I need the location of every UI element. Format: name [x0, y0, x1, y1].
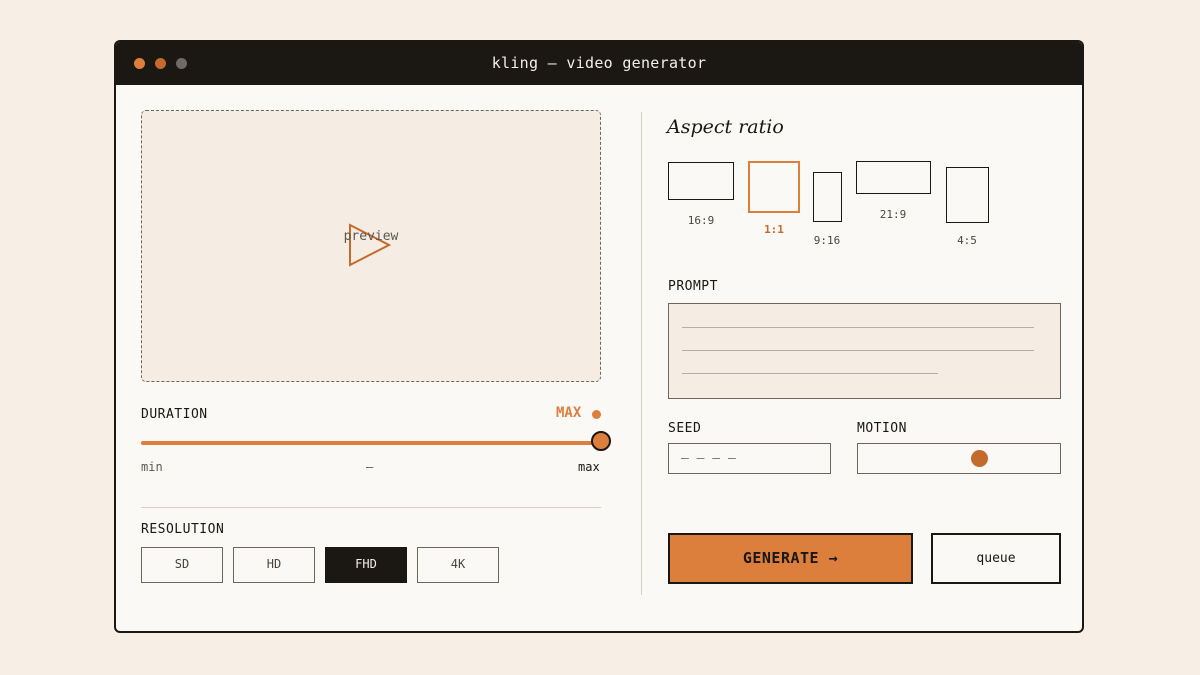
aspect-label-1-1: 1:1 — [764, 223, 784, 236]
duration-mid-label: — — [366, 460, 374, 474]
resolution-label: RESOLUTION — [141, 522, 225, 537]
panel-divider — [641, 112, 642, 595]
app-window: kling — video generator preview DURATION… — [114, 40, 1084, 633]
duration-min-label: min — [141, 460, 163, 474]
aspect-option-4-5[interactable] — [946, 167, 989, 223]
duration-label: DURATION — [141, 407, 208, 422]
video-preview[interactable]: preview — [141, 110, 601, 382]
resolution-option-fhd[interactable]: FHD — [325, 547, 407, 583]
prompt-label: PROMPT — [668, 279, 718, 294]
preview-label: preview — [343, 229, 399, 244]
window-title: kling — video generator — [491, 54, 707, 72]
aspect-ratio-title: Aspect ratio — [667, 116, 784, 138]
duration-slider[interactable] — [141, 431, 611, 451]
queue-button[interactable]: queue — [931, 533, 1061, 584]
motion-slider[interactable] — [857, 443, 1061, 474]
aspect-option-21-9[interactable] — [856, 161, 931, 194]
duration-slider-thumb[interactable] — [591, 431, 611, 451]
prompt-placeholder-line — [682, 327, 1034, 328]
duration-max-label: max — [578, 460, 600, 474]
resolution-option-4k[interactable]: 4K — [417, 547, 499, 583]
aspect-option-1-1[interactable] — [748, 161, 800, 213]
duration-value: MAX — [556, 405, 582, 421]
aspect-option-9-16[interactable] — [813, 172, 842, 222]
duration-slider-fill — [141, 441, 601, 445]
seed-input[interactable] — [668, 443, 831, 474]
resolution-option-hd[interactable]: HD — [233, 547, 315, 583]
aspect-label-4-5: 4:5 — [957, 234, 977, 247]
resolution-option-sd[interactable]: SD — [141, 547, 223, 583]
aspect-option-16-9[interactable] — [668, 162, 734, 200]
prompt-placeholder-line — [682, 373, 938, 374]
title-bar: kling — video generator — [116, 42, 1082, 85]
motion-slider-thumb[interactable] — [971, 450, 989, 467]
aspect-label-9-16: 9:16 — [813, 234, 841, 247]
prompt-placeholder-line — [682, 350, 1034, 351]
generate-button[interactable]: GENERATE → — [668, 533, 913, 584]
aspect-label-21-9: 21:9 — [879, 208, 907, 221]
duration-value-dot — [592, 410, 601, 419]
prompt-textarea[interactable] — [668, 303, 1061, 399]
section-divider — [141, 507, 601, 508]
motion-label: MOTION — [857, 421, 907, 436]
aspect-label-16-9: 16:9 — [687, 214, 715, 227]
seed-label: SEED — [668, 421, 702, 436]
